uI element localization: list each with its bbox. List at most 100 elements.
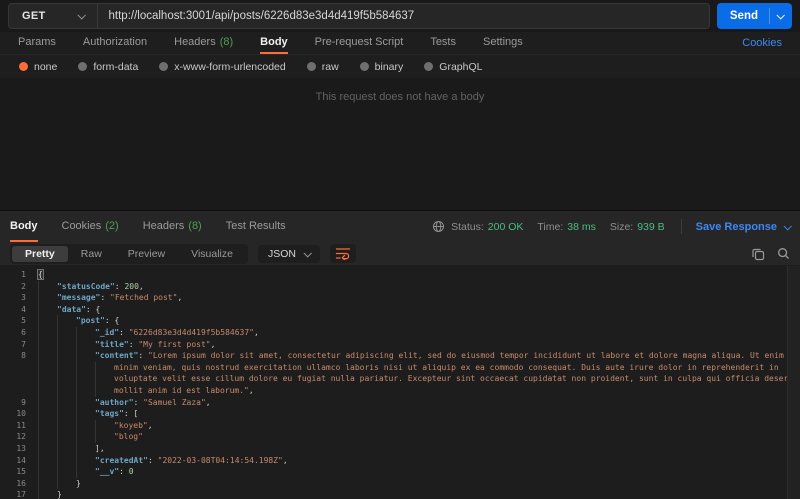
- code-line: 6 "_id": "6226d83e3d4d419f5b584637",: [0, 326, 800, 339]
- code-line: 15 "__v": 0: [0, 466, 800, 478]
- code-line: 9 "author": "Samuel Zaza",: [0, 396, 800, 409]
- copy-button[interactable]: [751, 247, 765, 261]
- radio-icon: [424, 62, 434, 71]
- format-selector[interactable]: JSON: [257, 244, 320, 263]
- response-tab-test-results[interactable]: Test Results: [226, 211, 286, 242]
- code-line: 8 "content": "Lorem ipsum dolor sit amet,…: [0, 350, 800, 362]
- body-type-graphql[interactable]: GraphQL: [424, 61, 482, 73]
- code-line: 2 "statusCode": 200,: [0, 280, 800, 293]
- body-type-form-data[interactable]: form-data: [78, 61, 138, 73]
- code-line: 3 "message": "Fetched post",: [0, 292, 800, 304]
- code-line: 13],: [0, 442, 800, 455]
- code-line: 16}: [0, 477, 800, 490]
- cookies-link[interactable]: Cookies: [742, 37, 782, 49]
- line-number: 10: [16, 409, 26, 419]
- line-number: 11: [16, 420, 26, 430]
- tab-tests[interactable]: Tests: [430, 32, 456, 54]
- view-tab-preview[interactable]: Preview: [115, 246, 178, 262]
- tab-body[interactable]: Body: [260, 32, 288, 54]
- scrollbar[interactable]: [787, 266, 800, 499]
- code-line: voluptate velit esse cillum dolore eu fu…: [0, 373, 800, 385]
- tab-headers[interactable]: Headers (8): [174, 32, 233, 54]
- request-tabs: Params Authorization Headers (8) Body Pre-req…: [18, 32, 523, 54]
- response-header: Body Cookies (2) Headers (8) Test Results Sta…: [0, 211, 800, 242]
- line-number: 14: [16, 455, 26, 465]
- line-number: 3: [21, 293, 26, 303]
- code-line: 14 "createdAt": "2022-03-08T04:14:54.198Z…: [0, 454, 800, 467]
- save-response-button[interactable]: Save Response: [696, 221, 792, 233]
- tab-authorization[interactable]: Authorization: [83, 32, 147, 54]
- chevron-down-icon: [76, 11, 86, 20]
- response-tab-cookies[interactable]: Cookies (2): [62, 211, 119, 242]
- response-tab-headers[interactable]: Headers (8): [143, 211, 202, 242]
- view-tab-visualize[interactable]: Visualize: [178, 246, 246, 262]
- view-tab-pretty[interactable]: Pretty: [12, 245, 68, 262]
- method-label: GET: [22, 10, 46, 22]
- line-number: 15: [16, 467, 26, 477]
- chevron-down-icon[interactable]: [776, 11, 785, 20]
- time-value: 38 ms: [567, 220, 596, 233]
- radio-icon: [306, 62, 316, 71]
- code-line: 11 "koyeb",: [0, 419, 800, 432]
- status-label: Status:: [451, 220, 484, 233]
- view-tab-raw[interactable]: Raw: [68, 246, 115, 262]
- radio-icon: [159, 62, 169, 71]
- code-line: 17}: [0, 489, 800, 499]
- request-url-row: GET Send: [0, 0, 800, 32]
- code-line: 7 "title": "My first post",: [0, 338, 800, 351]
- line-number: 8: [21, 351, 26, 361]
- response-body-editor[interactable]: 1{2 "statusCode": 200, 3 "message": "Fetche…: [0, 266, 800, 499]
- send-split-divider: [769, 8, 770, 24]
- radio-icon: [19, 62, 28, 71]
- search-button[interactable]: [777, 247, 790, 260]
- chevron-down-icon: [303, 248, 312, 258]
- response-tab-body[interactable]: Body: [10, 211, 38, 242]
- response-meta: Status: 200 OK Time: 38 ms Size: 939 B S…: [432, 211, 792, 242]
- body-type-selector: none form-data x-www-form-urlencoded raw bin…: [0, 55, 800, 78]
- tab-settings[interactable]: Settings: [483, 32, 523, 54]
- code-line: 4 "data": {: [0, 303, 800, 316]
- code-line: 5 "post": {: [0, 315, 800, 327]
- wrap-text-button[interactable]: [330, 244, 356, 263]
- body-type-binary[interactable]: binary: [359, 61, 403, 73]
- tab-pre-request-script[interactable]: Pre-request Script: [315, 32, 404, 54]
- radio-icon: [78, 62, 88, 71]
- size-label: Size:: [609, 220, 634, 233]
- code-line: 10 "tags": [: [0, 408, 800, 420]
- chevron-down-icon: [783, 221, 792, 231]
- wrap-text-icon: [335, 248, 351, 260]
- send-button[interactable]: Send: [716, 3, 792, 29]
- line-number: 16: [16, 478, 26, 488]
- radio-icon: [359, 62, 369, 71]
- time-label: Time:: [537, 220, 564, 233]
- code-lines: 1{2 "statusCode": 200, 3 "message": "Fetche…: [0, 269, 800, 499]
- copy-icon: [752, 248, 765, 260]
- toolbar-right: [751, 247, 790, 261]
- divider: [680, 219, 682, 234]
- response-toolbar: Pretty Raw Preview Visualize JSON: [0, 242, 800, 266]
- line-number: 1: [21, 270, 26, 279]
- line-number: 2: [21, 281, 26, 291]
- status-value: 200 OK: [487, 220, 524, 233]
- line-number: 6: [21, 327, 26, 337]
- line-number: 7: [21, 339, 26, 349]
- size-value: 939 B: [637, 220, 665, 233]
- line-number: 9: [21, 397, 26, 407]
- url-input[interactable]: [97, 4, 709, 28]
- body-type-x-www-form-urlencoded[interactable]: x-www-form-urlencoded: [159, 61, 286, 73]
- code-line: 12 "blog": [0, 431, 800, 443]
- code-line: 1{: [0, 269, 800, 281]
- empty-body-message: This request does not have a body: [315, 91, 485, 103]
- tab-params[interactable]: Params: [18, 32, 56, 54]
- body-type-raw[interactable]: raw: [306, 61, 339, 73]
- method-selector[interactable]: GET: [9, 4, 98, 28]
- code-line: mollit anim id est laborum.",: [0, 384, 800, 397]
- line-number: 5: [21, 316, 26, 326]
- network-status-icon: [432, 220, 445, 233]
- line-number: 4: [21, 304, 26, 314]
- search-icon: [778, 248, 790, 260]
- send-button-label: Send: [729, 10, 758, 22]
- code-line: minim veniam, quis nostrud exercitation …: [0, 361, 800, 374]
- line-number: [0, 362, 26, 374]
- body-type-none[interactable]: none: [19, 61, 57, 73]
